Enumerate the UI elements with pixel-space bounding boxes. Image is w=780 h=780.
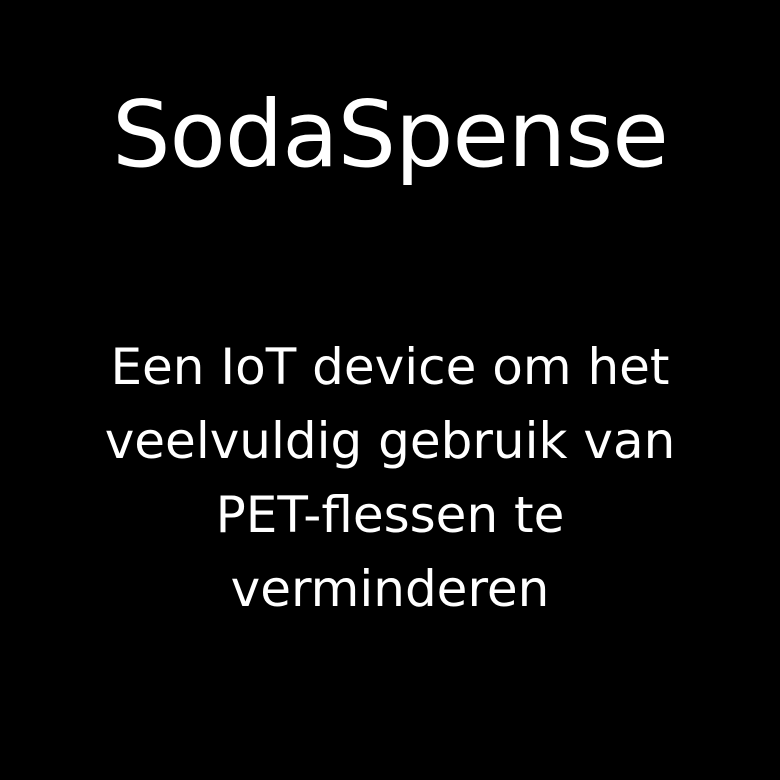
title-card: SodaSpense Een IoT device om het veelvul… xyxy=(0,0,780,780)
tagline: Een IoT device om het veelvuldig gebruik… xyxy=(40,330,740,626)
app-title: SodaSpense xyxy=(112,81,669,188)
tagline-line: verminderen xyxy=(230,560,550,618)
tagline-line: Een IoT device om het xyxy=(110,338,670,396)
tagline-line: PET-flessen te xyxy=(215,486,565,544)
tagline-line: veelvuldig gebruik van xyxy=(104,412,676,470)
